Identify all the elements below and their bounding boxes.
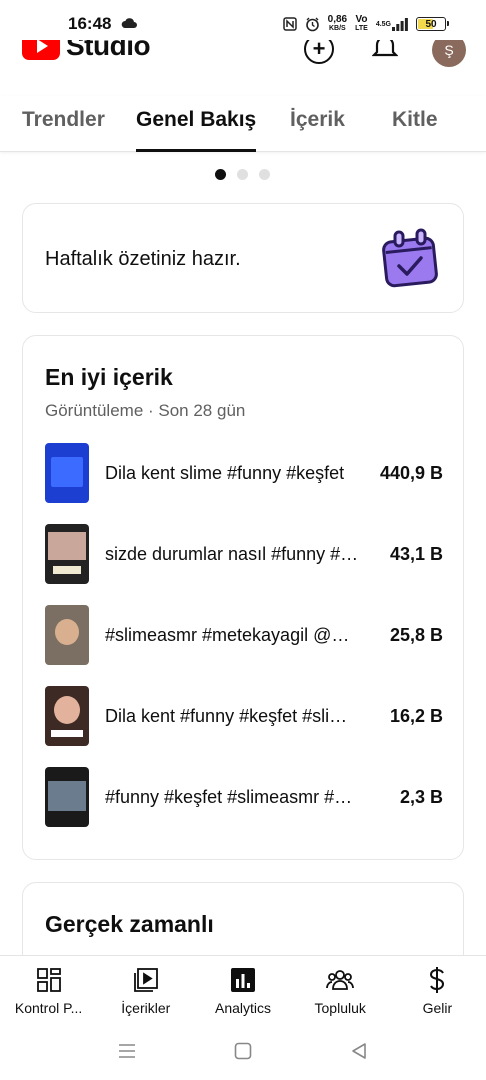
nfc-icon [282, 17, 297, 31]
video-title: #funny #keşfet #slimeasmr #comedy [105, 786, 359, 807]
list-item[interactable]: #slimeasmr #metekayagil @metekayagil 25,… [45, 605, 443, 665]
video-title: Dila kent #funny #keşfet #slimeasmr [105, 705, 359, 726]
analytics-icon [229, 966, 257, 994]
video-thumbnail [45, 686, 89, 746]
volte-top: Vo [355, 14, 368, 25]
video-thumbnail [45, 605, 89, 665]
carousel-dot-3[interactable] [259, 169, 270, 180]
battery-icon: 50 [416, 17, 449, 31]
tab-trendler[interactable]: Trendler [22, 108, 105, 152]
video-thumbnail [45, 524, 89, 584]
view-count: 440,9 B [379, 462, 443, 483]
nav-label: Analytics [214, 1000, 272, 1016]
bottom-navigation: Kontrol P... İçerikler Analytics Toplulu… [0, 955, 486, 1021]
clock: 16:48 [68, 14, 112, 33]
video-title: sizde durumlar nasıl #funny #keşfet [105, 543, 359, 564]
tab-genel-bakis[interactable]: Genel Bakış [136, 108, 257, 152]
calendar-check-icon [379, 228, 441, 290]
view-count: 2,3 B [399, 786, 443, 807]
view-count: 43,1 B [389, 543, 443, 564]
view-count: 16,2 B [389, 705, 443, 726]
top-content-title: En iyi içerik [45, 364, 173, 390]
speed-unit: KB/S [329, 25, 346, 32]
nav-kontrol-paneli[interactable]: Kontrol P... [0, 956, 97, 1021]
alarm-icon [305, 17, 320, 32]
video-thumbnail [45, 443, 89, 503]
view-count: 25,8 B [389, 624, 443, 645]
list-item[interactable]: sizde durumlar nasıl #funny #keşfet 43,1… [45, 524, 443, 584]
nav-gelir[interactable]: Gelir [389, 956, 486, 1021]
realtime-title: Gerçek zamanlı [45, 911, 214, 937]
nav-icerikler[interactable]: İçerikler [97, 956, 194, 1021]
network-type: 4.5G [375, 20, 391, 28]
avatar[interactable]: Ş [432, 40, 466, 67]
battery-level: 50 [425, 18, 437, 30]
video-title: #slimeasmr #metekayagil @metekayagil [105, 624, 359, 645]
carousel-dot-1[interactable] [215, 169, 226, 180]
status-icons: 0,86 KB/S Vo LTE 4.5G 50 [282, 15, 449, 33]
tab-bar: Trendler Genel Bakış İçerik Kitle [0, 96, 486, 152]
system-navigation [0, 1021, 486, 1080]
youtube-play-icon [22, 40, 60, 60]
nav-topluluk[interactable]: Topluluk [292, 956, 389, 1021]
list-item[interactable]: #funny #keşfet #slimeasmr #comedy 2,3 B [45, 767, 443, 827]
video-title: Dila kent slime #funny #keşfet [105, 462, 345, 483]
app-header: Studio + Ş [0, 40, 486, 74]
cloud-icon [121, 16, 138, 32]
list-item[interactable]: Dila kent #funny #keşfet #slimeasmr 16,2… [45, 686, 443, 746]
network-speed: 0,86 KB/S [328, 15, 347, 33]
nav-label: Topluluk [314, 1000, 366, 1016]
speed-value: 0,86 [327, 14, 348, 25]
nav-label: Gelir [422, 1000, 453, 1016]
logo-text: Studio [66, 40, 151, 61]
top-content-subtitle: Görüntüleme · Son 28 gün [45, 401, 246, 420]
volte-bottom: LTE [355, 25, 368, 32]
weekly-summary-text: Haftalık özetiniz hazır. [45, 248, 241, 270]
home-icon[interactable] [231, 1039, 255, 1063]
content-icon [132, 966, 160, 994]
list-item[interactable]: Dila kent slime #funny #keşfet 440,9 B [45, 443, 443, 503]
youtube-studio-logo[interactable]: Studio [22, 40, 151, 62]
weekly-summary-card[interactable]: Haftalık özetiniz hazır. [22, 203, 464, 313]
back-icon[interactable] [347, 1039, 371, 1063]
menu-icon[interactable] [115, 1039, 139, 1063]
earn-icon [423, 966, 451, 994]
dashboard-icon [35, 966, 63, 994]
nav-analytics[interactable]: Analytics [194, 956, 291, 1021]
nav-label: İçerikler [121, 1000, 171, 1016]
tab-kitle[interactable]: Kitle [392, 108, 438, 152]
nav-label: Kontrol P... [14, 1000, 83, 1016]
create-icon[interactable]: + [304, 40, 334, 64]
carousel-dot-2[interactable] [237, 169, 248, 180]
notifications-bell-icon[interactable] [370, 40, 400, 64]
volte-indicator: Vo LTE [355, 15, 368, 33]
signal-icon: 4.5G [375, 17, 408, 31]
tab-icerik[interactable]: İçerik [290, 108, 345, 152]
video-thumbnail [45, 767, 89, 827]
carousel-indicator [215, 169, 270, 180]
community-icon [326, 966, 355, 994]
top-content-card: En iyi içerik Görüntüleme · Son 28 gün D… [22, 335, 464, 860]
